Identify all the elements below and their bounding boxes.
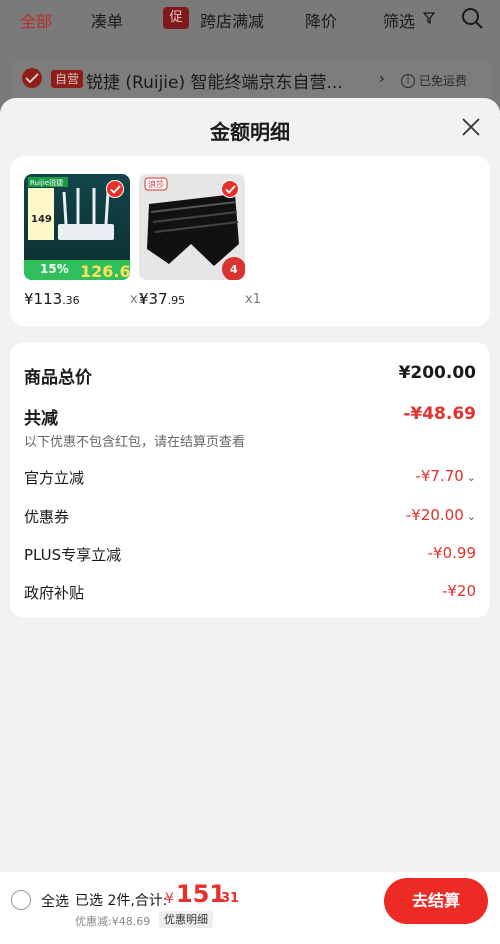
- total-reduction-value: -¥48.69: [403, 404, 476, 424]
- shop-check-icon[interactable]: [22, 68, 42, 88]
- checkout-button[interactable]: 去结算: [384, 878, 488, 924]
- total-price-value: ¥200.00: [398, 363, 476, 383]
- svg-text:浪莎: 浪莎: [148, 179, 164, 189]
- shipping-status: i 已免运费: [401, 72, 467, 89]
- sheet-title: 金额明细: [210, 120, 290, 144]
- self-operated-badge: 自营: [51, 70, 84, 88]
- discount-summary: 优惠减:¥48.69: [75, 915, 151, 928]
- discount-value: -¥7.70 ⌄: [415, 467, 476, 485]
- tab-filter[interactable]: 筛选: [383, 8, 415, 32]
- discount-value: -¥0.99: [427, 544, 476, 562]
- router-image: Ruijie锐捷 149 15% 126.65: [24, 174, 130, 280]
- total-currency: ¥: [165, 891, 174, 907]
- total-reduction-label: 共减: [24, 409, 58, 429]
- promo-badge: 促: [163, 7, 189, 29]
- select-all-radio[interactable]: [11, 890, 31, 910]
- total-price-label: 商品总价: [24, 368, 92, 388]
- product-quantity: x1: [245, 292, 261, 307]
- discount-label: 优惠券: [24, 508, 70, 526]
- close-icon[interactable]: [460, 116, 482, 138]
- svg-text:149: 149: [31, 214, 52, 225]
- discount-value: -¥20.00 ⌄: [405, 506, 476, 524]
- reduction-note: 以下优惠不包含红包，请在结算页查看: [24, 435, 246, 450]
- svg-text:15%: 15%: [40, 262, 69, 276]
- price-breakdown-card: 商品总价 ¥200.00 共减 -¥48.69 以下优惠不包含红包，请在结算页查…: [10, 342, 490, 618]
- info-icon: i: [401, 73, 415, 88]
- search-icon[interactable]: [460, 6, 484, 30]
- chevron-down-icon[interactable]: ⌄: [467, 471, 476, 484]
- tab-bundle[interactable]: 凑单: [91, 8, 123, 32]
- discount-value: -¥20: [441, 582, 476, 600]
- amount-detail-sheet: 金额明细 Ruijie锐捷 149 15% 126.6 ¥113.36 x1 浪…: [0, 98, 500, 944]
- tab-cross-store[interactable]: 跨店满减: [200, 8, 264, 32]
- shop-arrow-icon[interactable]: ›: [379, 71, 385, 87]
- background-overlay: 全部 凑单 促 跨店满减 降价 筛选 自营 锐捷 (Ruijie) 智能终端京东…: [0, 0, 500, 110]
- chevron-down-icon[interactable]: ⌄: [467, 510, 476, 523]
- product-check-icon[interactable]: [106, 180, 124, 198]
- shipping-label: 已免运费: [419, 74, 468, 88]
- discount-label: 政府补贴: [24, 584, 85, 602]
- product-price: ¥37.95: [139, 290, 186, 308]
- discount-label: PLUS专享立减: [24, 546, 122, 564]
- product-check-icon[interactable]: [221, 180, 239, 198]
- svg-text:4: 4: [230, 263, 238, 276]
- discount-label: 官方立减: [24, 469, 85, 487]
- shop-name[interactable]: 锐捷 (Ruijie) 智能终端京东自营...: [86, 68, 371, 93]
- select-all-label[interactable]: 全选: [41, 891, 69, 911]
- tab-price-drop[interactable]: 降价: [305, 8, 337, 32]
- discount-detail-button[interactable]: 优惠明细: [159, 911, 213, 928]
- selected-count: 已选 2件,合计:: [75, 893, 168, 909]
- underwear-image: 浪莎 4: [139, 174, 245, 280]
- checkout-bar: 全选 已选 2件,合计: ¥ 151 .31 优惠减:¥48.69 优惠明细 去…: [0, 872, 500, 944]
- svg-text:126.65: 126.65: [80, 262, 130, 280]
- product-price: ¥113.36: [24, 290, 80, 308]
- filter-icon[interactable]: [423, 12, 435, 24]
- products-card: Ruijie锐捷 149 15% 126.65 ¥113.36 x1: [10, 156, 490, 326]
- svg-text:Ruijie锐捷: Ruijie锐捷: [30, 178, 63, 187]
- tab-all[interactable]: 全部: [20, 8, 52, 32]
- total-amount-decimal: .31: [216, 891, 240, 906]
